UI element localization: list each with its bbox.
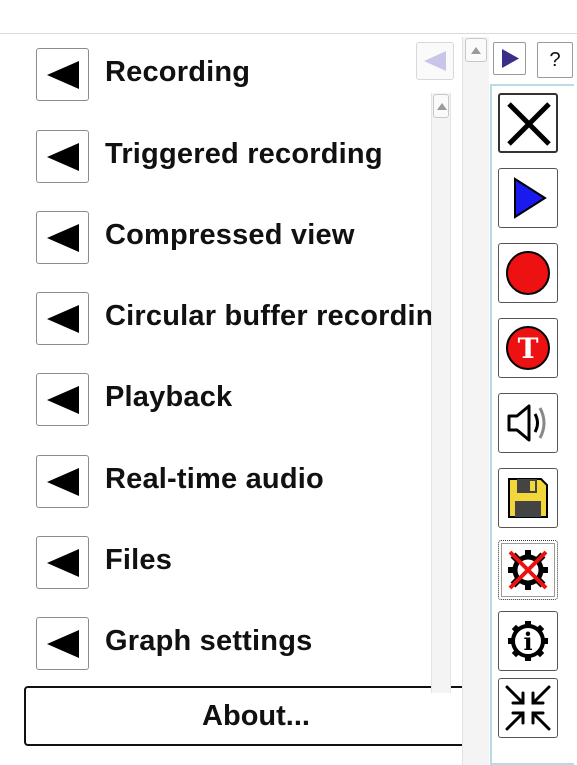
expand-files-button[interactable] bbox=[36, 536, 89, 589]
save-floppy-icon bbox=[508, 478, 548, 518]
expand-real-time-audio-button[interactable] bbox=[36, 455, 89, 508]
arrow-left-icon bbox=[424, 51, 446, 71]
menu-item-playback[interactable]: Playback bbox=[36, 373, 436, 429]
expand-graph-settings-button[interactable] bbox=[36, 617, 89, 670]
help-button[interactable]: ? bbox=[537, 42, 573, 78]
about-button[interactable]: About... bbox=[24, 686, 488, 746]
left-arrow-icon bbox=[47, 549, 79, 577]
info-button[interactable]: i bbox=[498, 611, 558, 671]
info-icon: i bbox=[508, 621, 548, 661]
compress-view-button[interactable] bbox=[498, 678, 558, 738]
speaker-icon bbox=[507, 404, 546, 442]
play-icon bbox=[514, 177, 547, 219]
menu-item-label: Compressed view bbox=[105, 219, 355, 251]
menu-scroll-up-button[interactable] bbox=[433, 94, 449, 118]
menu-scrollbar[interactable] bbox=[431, 93, 451, 693]
info-badge: i bbox=[523, 627, 532, 656]
menu-item-circular-buffer-recording[interactable]: Circular buffer recording bbox=[36, 292, 451, 348]
record-icon bbox=[506, 251, 550, 295]
menu-item-label: Files bbox=[105, 544, 173, 576]
close-x-icon bbox=[507, 102, 551, 146]
play-button[interactable] bbox=[498, 168, 558, 228]
chevron-up-icon bbox=[437, 103, 447, 110]
left-arrow-icon bbox=[47, 630, 79, 658]
audio-button[interactable] bbox=[498, 393, 558, 453]
record-button[interactable] bbox=[498, 243, 558, 303]
save-button[interactable] bbox=[498, 468, 558, 528]
left-arrow-icon bbox=[47, 143, 79, 171]
menu-item-recording[interactable]: Recording bbox=[36, 48, 436, 104]
left-arrow-icon bbox=[47, 386, 79, 414]
triggered-record-icon: T bbox=[506, 326, 550, 370]
menu-item-files[interactable]: Files bbox=[36, 536, 436, 592]
expand-playback-button[interactable] bbox=[36, 373, 89, 426]
menu-item-label: Graph settings bbox=[105, 625, 313, 657]
menu-item-triggered-recording[interactable]: Triggered recording bbox=[36, 130, 436, 186]
left-arrow-icon bbox=[47, 61, 79, 89]
top-bar bbox=[0, 0, 577, 34]
chevron-up-icon bbox=[471, 47, 481, 54]
menu-item-label: Real-time audio bbox=[105, 463, 324, 495]
menu-item-label: Circular buffer recording bbox=[105, 300, 452, 332]
menu-item-label: Playback bbox=[105, 381, 233, 413]
expand-recording-button[interactable] bbox=[36, 48, 89, 101]
panel-scroll-up-button[interactable] bbox=[465, 38, 487, 62]
triggered-record-button[interactable]: T bbox=[498, 318, 558, 378]
left-arrow-icon bbox=[47, 305, 79, 333]
expand-compressed-view-button[interactable] bbox=[36, 211, 89, 264]
menu-item-graph-settings[interactable]: Graph settings bbox=[36, 617, 436, 673]
left-arrow-icon bbox=[47, 224, 79, 252]
close-button[interactable] bbox=[498, 93, 558, 153]
expand-circular-buffer-button[interactable] bbox=[36, 292, 89, 345]
left-arrow-icon bbox=[47, 468, 79, 496]
triggered-record-badge: T bbox=[518, 332, 539, 365]
next-button[interactable] bbox=[493, 42, 526, 75]
compress-arrows-icon bbox=[505, 685, 551, 731]
settings-disabled-icon bbox=[508, 550, 548, 590]
settings-button[interactable] bbox=[498, 540, 558, 600]
previous-button[interactable] bbox=[416, 42, 454, 80]
menu-item-label: Triggered recording bbox=[105, 138, 383, 170]
menu-item-label: Recording bbox=[105, 56, 251, 88]
panel-scrollbar[interactable] bbox=[462, 37, 489, 765]
expand-triggered-recording-button[interactable] bbox=[36, 130, 89, 183]
arrow-right-icon bbox=[502, 49, 519, 68]
menu-item-real-time-audio[interactable]: Real-time audio bbox=[36, 455, 436, 511]
menu-item-compressed-view[interactable]: Compressed view bbox=[36, 211, 436, 267]
